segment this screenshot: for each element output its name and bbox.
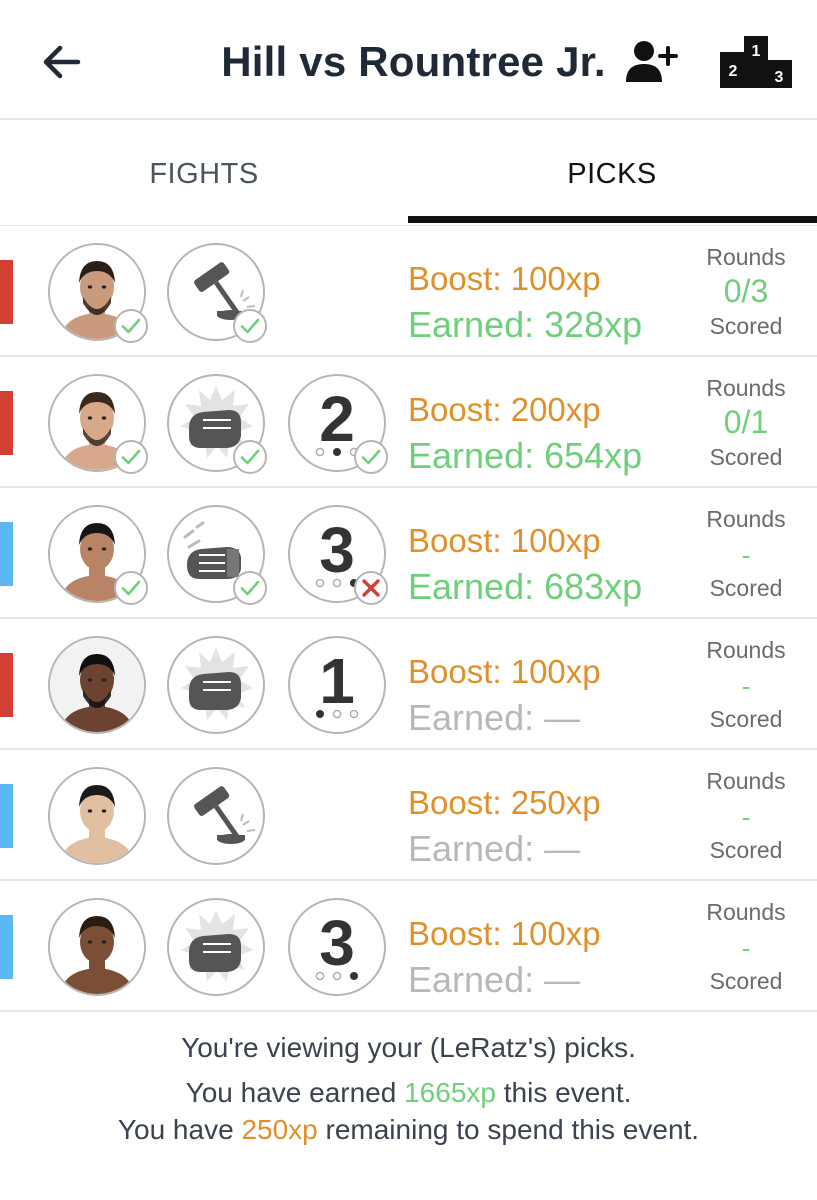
- check-icon: [354, 440, 388, 474]
- pick-row[interactable]: Boost: 100xp Earned: 328xp Rounds 0/3 Scored: [0, 226, 817, 357]
- boost-amount: Boost: 100xp: [408, 522, 601, 559]
- pick-row[interactable]: 2 Boost: 200xp Earned: 654xp Rounds 0/1 Score…: [0, 357, 817, 488]
- rounds-label: Rounds: [706, 637, 786, 663]
- remaining-total: 250xp: [241, 1114, 318, 1145]
- app-header: Hill vs Rountree Jr. 1 2 3: [0, 0, 817, 120]
- tab-fights[interactable]: FIGHTS: [0, 122, 408, 226]
- check-icon: [114, 309, 148, 343]
- rounds-label: Rounds: [706, 768, 786, 794]
- method-pick: [167, 505, 267, 605]
- round-pick: 3: [288, 898, 386, 996]
- blue-corner-indicator: [0, 522, 13, 586]
- red-corner-indicator: [0, 260, 13, 324]
- boost-amount: Boost: 100xp: [408, 260, 601, 297]
- round-pick: 3: [288, 505, 388, 605]
- rounds-value: -: [741, 540, 751, 570]
- pick-row[interactable]: 3 Boost: 100xp Earned: 683xp Rounds - Scored: [0, 488, 817, 619]
- rounds-scored: Rounds - Scored: [690, 637, 802, 733]
- round-pick: 2: [288, 374, 388, 474]
- fighter-avatar: [48, 898, 146, 996]
- method-pick: [167, 767, 265, 865]
- scored-label: Scored: [709, 837, 783, 863]
- earned-amount: Earned: 328xp: [408, 304, 643, 345]
- earned-total: 1665xp: [404, 1077, 496, 1108]
- podium-icon[interactable]: 1 2 3: [718, 34, 794, 88]
- rounds-scored: Rounds 0/1 Scored: [690, 375, 802, 471]
- round-pick: 1: [288, 636, 386, 734]
- rounds-label: Rounds: [706, 506, 786, 532]
- rounds-label: Rounds: [706, 899, 786, 925]
- pick-row[interactable]: Boost: 250xp Earned: — Rounds - Scored: [0, 750, 817, 881]
- rounds-label: Rounds: [706, 375, 786, 401]
- podium-second-label: 2: [729, 63, 738, 80]
- scored-label: Scored: [709, 706, 783, 732]
- user-plus-icon[interactable]: [622, 36, 682, 86]
- boost-amount: Boost: 250xp: [408, 784, 601, 821]
- fighter-avatar: [48, 374, 148, 474]
- method-pick: [167, 243, 267, 343]
- method-pick: [167, 636, 265, 734]
- round-number: 3: [319, 907, 355, 979]
- fighter-avatar: [48, 243, 148, 343]
- rounds-value: 0/1: [723, 404, 769, 440]
- boost-amount: Boost: 200xp: [408, 391, 601, 428]
- scored-label: Scored: [709, 444, 783, 470]
- boost-amount: Boost: 100xp: [408, 653, 601, 690]
- viewing-notice: You're viewing your (LeRatz's) picks.: [181, 1032, 636, 1063]
- earned-amount: Earned: —: [408, 828, 581, 869]
- remaining-summary: You have 250xp remaining to spend this e…: [117, 1114, 700, 1145]
- rounds-value: 0/3: [723, 273, 769, 309]
- check-icon: [233, 309, 267, 343]
- tab-bar: FIGHTS PICKS: [0, 122, 817, 226]
- scored-label: Scored: [709, 968, 783, 994]
- podium-first-label: 1: [752, 43, 761, 60]
- podium-third-label: 3: [775, 69, 784, 86]
- round-number: 1: [319, 645, 355, 717]
- earned-amount: Earned: —: [408, 959, 581, 1000]
- check-icon: [233, 571, 267, 605]
- red-corner-indicator: [0, 653, 13, 717]
- earned-summary: You have earned 1665xp this event.: [185, 1077, 632, 1108]
- fighter-avatar: [48, 636, 146, 734]
- rounds-scored: Rounds - Scored: [690, 899, 802, 995]
- blue-corner-indicator: [0, 915, 13, 979]
- blue-corner-indicator: [0, 784, 13, 848]
- earned-amount: Earned: —: [408, 697, 581, 738]
- tab-picks[interactable]: PICKS: [408, 122, 816, 226]
- method-pick: [167, 898, 265, 996]
- red-corner-indicator: [0, 391, 13, 455]
- method-pick: [167, 374, 267, 474]
- rounds-value: -: [741, 671, 751, 701]
- earned-amount: Earned: 683xp: [408, 566, 643, 607]
- check-icon: [233, 440, 267, 474]
- scored-label: Scored: [709, 575, 783, 601]
- cross-icon: [354, 571, 388, 605]
- rounds-value: -: [741, 802, 751, 832]
- rounds-label: Rounds: [706, 244, 786, 270]
- rounds-scored: Rounds - Scored: [690, 768, 802, 864]
- active-tab-indicator: [408, 216, 817, 223]
- boost-amount: Boost: 100xp: [408, 915, 601, 952]
- picks-list: Boost: 100xp Earned: 328xp Rounds 0/3 Scored…: [0, 226, 817, 1012]
- scored-label: Scored: [709, 313, 783, 339]
- check-icon: [114, 440, 148, 474]
- check-icon: [114, 571, 148, 605]
- page-title: Hill vs Rountree Jr.: [221, 38, 606, 85]
- fighter-avatar: [48, 505, 148, 605]
- rounds-value: -: [741, 933, 751, 963]
- earned-amount: Earned: 654xp: [408, 435, 643, 476]
- pick-row[interactable]: 3 Boost: 100xp Earned: — Rounds - Scored: [0, 881, 817, 1012]
- pick-row[interactable]: 1 Boost: 100xp Earned: — Rounds - Scored: [0, 619, 817, 750]
- rounds-scored: Rounds - Scored: [690, 506, 802, 602]
- rounds-scored: Rounds 0/3 Scored: [690, 244, 802, 340]
- fighter-avatar: [48, 767, 146, 865]
